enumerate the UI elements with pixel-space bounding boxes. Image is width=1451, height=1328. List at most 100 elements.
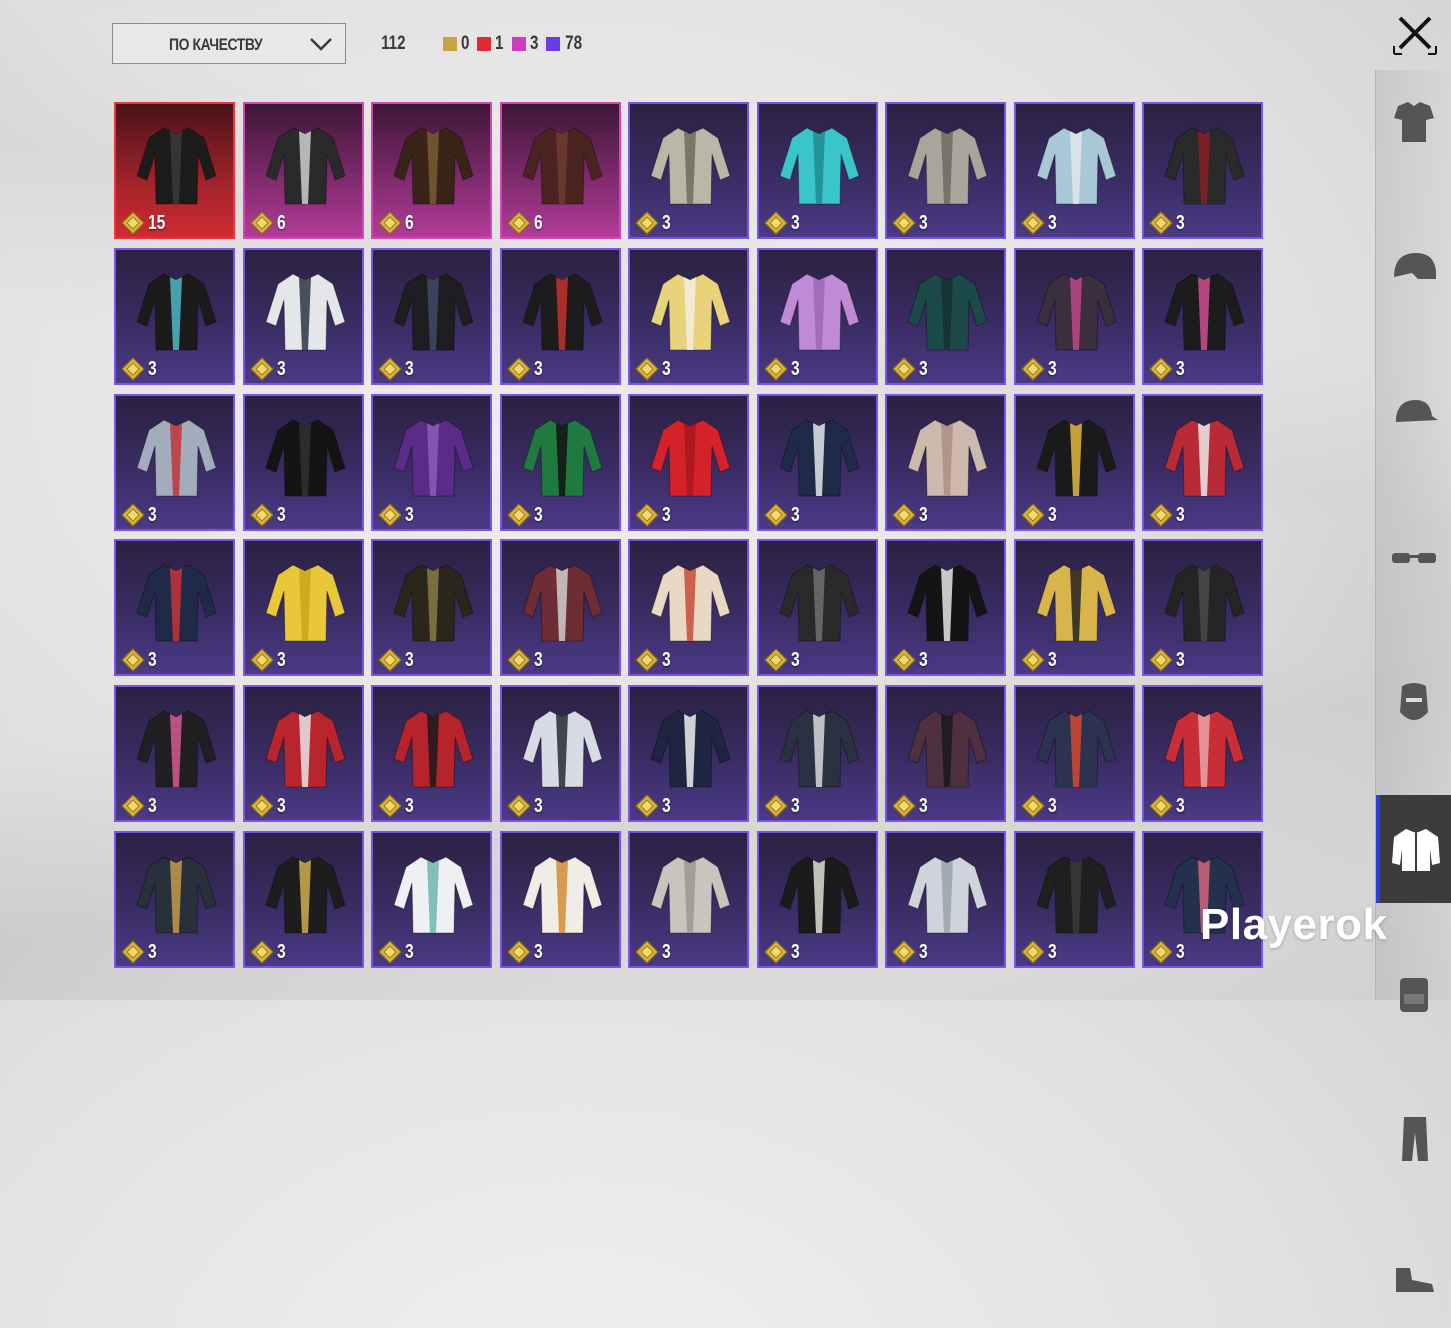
item-quantity: 3 xyxy=(148,940,157,963)
inventory-item[interactable]: 3 xyxy=(1013,685,1135,823)
inventory-item[interactable]: 3 xyxy=(1142,539,1263,677)
outfit-tab[interactable] xyxy=(1376,70,1451,178)
grey-hoodie-icon xyxy=(907,127,988,205)
inventory-item[interactable]: 3 xyxy=(628,393,749,531)
inventory-item[interactable]: 3 xyxy=(114,247,235,385)
inventory-item[interactable]: 3 xyxy=(628,102,749,239)
inventory-item[interactable]: 3 xyxy=(1142,685,1263,823)
helmet-tab[interactable] xyxy=(1376,215,1451,323)
inventory-item[interactable]: 3 xyxy=(242,539,364,677)
inventory-item[interactable]: 3 xyxy=(114,539,235,677)
currency-badge-icon xyxy=(378,211,402,235)
inventory-item[interactable]: 3 xyxy=(242,830,364,968)
inventory-item[interactable]: 3 xyxy=(756,247,878,385)
shoes-tab[interactable] xyxy=(1376,1220,1451,1328)
inventory-item[interactable]: 3 xyxy=(371,393,492,531)
currency-badge-icon xyxy=(1149,356,1173,381)
inventory-item[interactable]: 3 xyxy=(628,685,749,823)
sort-dropdown[interactable]: ПО КАЧЕСТВУ xyxy=(112,23,346,64)
mask-icon xyxy=(1400,683,1428,720)
inventory-item[interactable]: 3 xyxy=(885,393,1006,531)
clown-shirt-icon xyxy=(650,564,731,642)
currency-badge-icon xyxy=(635,211,659,235)
inventory-item[interactable]: 3 xyxy=(628,830,749,968)
armor-vest-icon xyxy=(1035,273,1117,351)
item-quantity: 3 xyxy=(919,795,928,818)
pants-tab[interactable] xyxy=(1376,1085,1451,1193)
inventory-item[interactable]: 3 xyxy=(1013,830,1135,968)
inventory-item[interactable]: 3 xyxy=(885,830,1006,968)
currency-badge-icon xyxy=(892,356,916,381)
quality-count-chip: 78 xyxy=(546,33,584,55)
inventory-item[interactable]: 3 xyxy=(242,685,364,823)
inventory-item[interactable]: 3 xyxy=(1013,393,1135,531)
inventory-item[interactable]: 3 xyxy=(371,830,492,968)
inventory-item[interactable]: 3 xyxy=(499,247,621,385)
inventory-item[interactable]: 3 xyxy=(1142,102,1263,239)
inventory-item[interactable]: 3 xyxy=(499,393,621,531)
inventory-item[interactable]: 3 xyxy=(499,539,621,677)
inventory-item[interactable]: 6 xyxy=(371,102,492,239)
item-quantity: 3 xyxy=(276,357,286,380)
currency-badge-icon xyxy=(121,940,145,964)
inventory-item[interactable]: 3 xyxy=(756,830,878,968)
mask-tab[interactable] xyxy=(1376,650,1451,758)
currency-badge-icon xyxy=(635,648,659,673)
inventory-item[interactable]: 3 xyxy=(1013,247,1135,385)
currency-badge-icon xyxy=(506,356,531,381)
item-quantity: 3 xyxy=(533,503,543,526)
currency-badge-icon xyxy=(1020,940,1045,964)
inventory-item[interactable]: 3 xyxy=(756,685,878,823)
inventory-item[interactable]: 3 xyxy=(885,247,1006,385)
inventory-item[interactable]: 3 xyxy=(499,685,621,823)
inventory-item[interactable]: 3 xyxy=(114,685,235,823)
inventory-item[interactable]: 3 xyxy=(756,539,878,677)
jacket-tab[interactable] xyxy=(1376,795,1451,903)
inventory-item[interactable]: 6 xyxy=(499,102,621,239)
gold-black-jacket-icon xyxy=(1035,564,1117,642)
close-icon[interactable] xyxy=(1392,10,1438,56)
inventory-item[interactable]: 3 xyxy=(756,393,878,531)
hat-tab[interactable] xyxy=(1376,360,1451,468)
inventory-item[interactable]: 3 xyxy=(628,247,749,385)
quality-color-swatch xyxy=(546,37,561,51)
inventory-item[interactable]: 3 xyxy=(114,393,235,531)
white-orange-shirt-icon xyxy=(521,856,603,934)
inventory-item[interactable]: 3 xyxy=(371,539,492,677)
red-long-coat-icon xyxy=(521,127,603,205)
currency-badge-icon xyxy=(121,648,145,673)
inventory-item[interactable]: 3 xyxy=(885,685,1006,823)
inventory-item[interactable]: 3 xyxy=(242,393,364,531)
inventory-item[interactable]: 3 xyxy=(885,539,1006,677)
item-quantity: 3 xyxy=(662,212,671,234)
currency-badge-icon xyxy=(121,356,145,381)
item-quantity: 3 xyxy=(790,503,800,526)
item-quantity: 3 xyxy=(405,940,414,963)
inventory-item[interactable]: 3 xyxy=(371,247,492,385)
black-military-jacket-icon xyxy=(1035,856,1117,934)
inventory-item[interactable]: 3 xyxy=(628,539,749,677)
inventory-item[interactable]: 3 xyxy=(1013,102,1135,239)
inventory-item[interactable]: 3 xyxy=(1142,247,1263,385)
item-quantity: 3 xyxy=(662,795,671,818)
inventory-item[interactable]: 15 xyxy=(114,102,235,239)
item-quantity: 15 xyxy=(148,212,166,234)
glasses-tab[interactable] xyxy=(1376,505,1451,613)
inventory-item[interactable]: 3 xyxy=(1142,393,1263,531)
inventory-item[interactable]: 3 xyxy=(885,102,1006,239)
inventory-item[interactable]: 3 xyxy=(371,685,492,823)
floral-shirt-icon xyxy=(1035,127,1117,205)
yellow-jacket-icon xyxy=(650,273,731,351)
backpack-tab[interactable] xyxy=(1376,940,1451,1048)
item-quantity: 3 xyxy=(1047,503,1057,526)
inventory-item[interactable]: 3 xyxy=(114,830,235,968)
inventory-item[interactable]: 3 xyxy=(1013,539,1135,677)
item-quantity: 6 xyxy=(276,212,286,234)
inventory-item[interactable]: 3 xyxy=(756,102,878,239)
maroon-hooded-jacket-icon xyxy=(907,710,988,788)
jacket-icon xyxy=(1392,829,1440,871)
inventory-item[interactable]: 3 xyxy=(242,247,364,385)
sort-label: ПО КАЧЕСТВУ xyxy=(169,35,263,54)
inventory-item[interactable]: 6 xyxy=(242,102,364,239)
inventory-item[interactable]: 3 xyxy=(499,830,621,968)
